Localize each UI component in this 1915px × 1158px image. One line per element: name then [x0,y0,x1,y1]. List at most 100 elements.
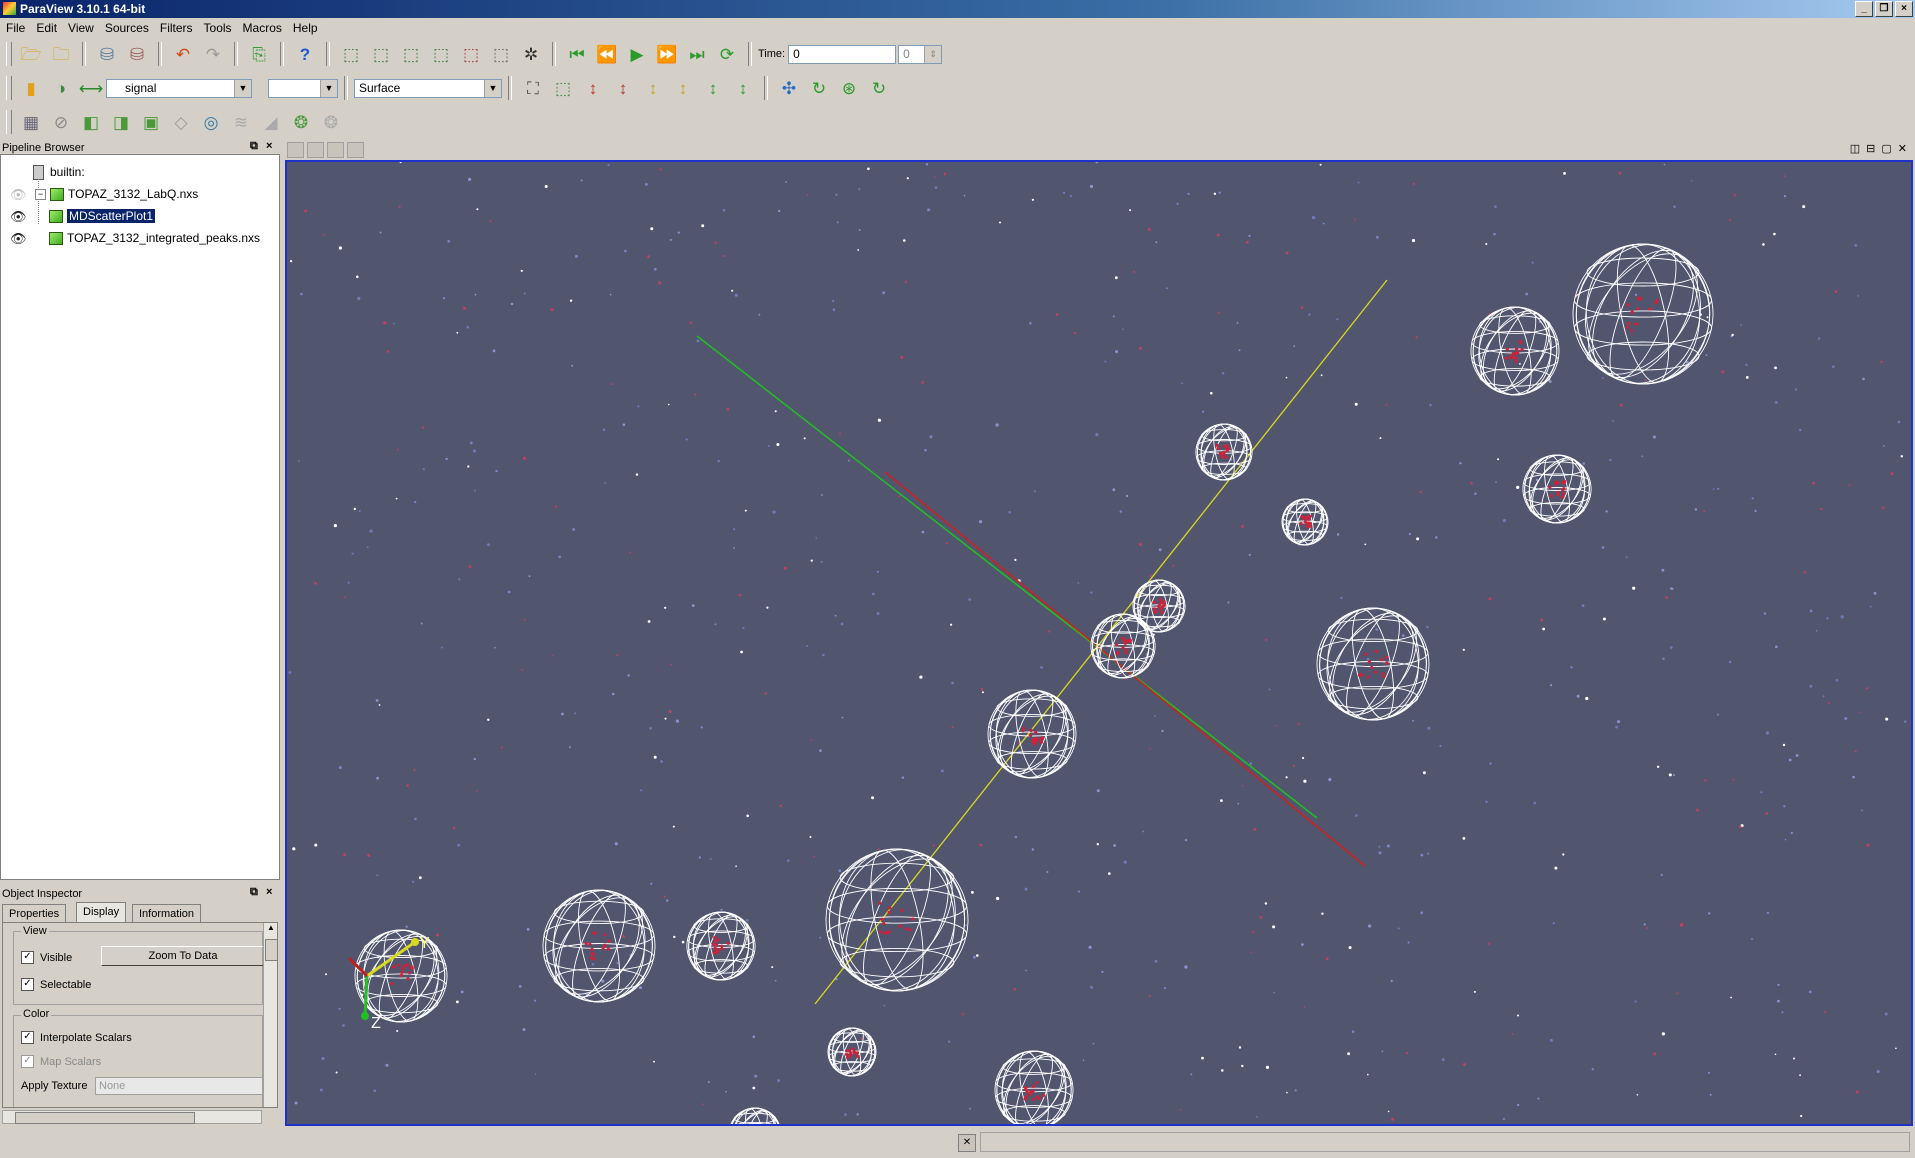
selectable-checkbox[interactable]: ✓ Selectable [21,978,91,991]
redo-icon[interactable]: ↷ [201,42,225,66]
play-icon[interactable]: ▶ [625,42,649,66]
maximize-icon[interactable]: ▢ [1881,142,1891,155]
menu-sources[interactable]: Sources [105,21,149,35]
next-frame-icon[interactable]: ⏩ [655,42,679,66]
map-scalars-checkbox[interactable]: ✓ Map Scalars [21,1055,101,1068]
camera-icon[interactable] [307,142,324,158]
prev-frame-icon[interactable]: ⏪ [595,42,619,66]
menu-edit[interactable]: Edit [36,21,57,35]
extract-level-icon[interactable]: ❂ [319,110,343,134]
close-view-icon[interactable]: ✕ [1898,142,1907,155]
group-icon[interactable]: ❂ [289,110,313,134]
float-icon[interactable]: ⧉ [250,886,258,899]
menu-help[interactable]: Help [293,21,318,35]
disconnect-icon[interactable]: ⛁ [125,42,149,66]
color-legend-icon[interactable]: ▮ [19,76,43,100]
slice-icon[interactable]: ◨ [109,110,133,134]
time-step-spinbox[interactable]: 0 ⇕ [898,44,943,64]
show-center-icon[interactable]: ↻ [867,76,891,100]
reset-camera-icon[interactable]: ⛶ [521,76,545,100]
restore-icon[interactable]: ❐ [1875,1,1893,17]
zoom-select-icon[interactable]: ⬚ [551,76,575,100]
glyph-icon[interactable]: ◎ [199,110,223,134]
screenshot-icon[interactable] [327,142,344,158]
menu-filters[interactable]: Filters [160,21,193,35]
view-plus-x-icon[interactable]: ↕ [611,76,635,100]
eye-icon[interactable]: 👁 [10,209,27,225]
view-minus-x-icon[interactable]: ↕ [581,76,605,100]
stream-tracer-icon[interactable]: ≋ [229,110,253,134]
rotate-icon[interactable]: ↻ [807,76,831,100]
zoom-to-data-button[interactable]: Zoom To Data [101,946,265,966]
tab-information[interactable]: Information [132,904,202,922]
inspector-scrollbar[interactable]: ▲ [263,923,277,1107]
center-axes-icon[interactable]: ✣ [777,76,801,100]
split-horizontal-icon[interactable]: ◫ [1850,142,1860,155]
view-minus-z-icon[interactable]: ↕ [701,76,725,100]
progress-abort-icon[interactable]: ✕ [958,1134,976,1152]
pipeline-item[interactable]: TOPAZ_3132_integrated_peaks.nxs [49,229,260,247]
select-frustum-icon[interactable]: ⬚ [399,42,423,66]
close-icon[interactable]: × [1895,1,1913,17]
rescale-icon[interactable]: ⟷ [79,76,103,100]
select-block-icon[interactable]: ⬚ [429,42,453,66]
close-icon[interactable]: × [266,140,272,152]
select-cells-icon[interactable]: ⬚ [339,42,363,66]
pick-icon[interactable]: ✲ [519,42,543,66]
toolbar-handle[interactable] [6,42,12,66]
split-vertical-icon[interactable]: ⊟ [1866,142,1875,155]
pipeline-root[interactable]: builtin: [33,163,85,181]
pipeline-item[interactable]: − TOPAZ_3132_LabQ.nxs [35,185,198,203]
texture-select[interactable]: None [95,1077,263,1095]
menu-macros[interactable]: Macros [243,21,282,35]
warp-icon[interactable]: ◢ [259,110,283,134]
pick-center-icon[interactable]: ⊛ [837,76,861,100]
menu-view[interactable]: View [68,21,94,35]
time-input[interactable]: 0 [788,44,897,64]
clear-selection-icon[interactable]: ⬚ [489,42,513,66]
clip-icon[interactable]: ◧ [79,110,103,134]
menu-file[interactable]: File [6,21,25,35]
camera-link-icon[interactable] [287,142,304,158]
lookup-table-icon[interactable] [347,142,364,158]
eye-icon[interactable]: 👁 [10,187,27,203]
close-icon[interactable]: × [266,886,272,898]
view-minus-y-icon[interactable]: ↕ [641,76,665,100]
interpolate-scalars-checkbox[interactable]: ✓ Interpolate Scalars [21,1031,132,1044]
connect-icon[interactable]: ⛁ [95,42,119,66]
loop-icon[interactable]: ⟳ [715,42,739,66]
color-array-select[interactable]: signal ▼ [106,78,252,98]
pipeline-item-selected[interactable]: MDScatterPlot1 [49,207,156,225]
menu-tools[interactable]: Tools [204,21,232,35]
help-icon[interactable]: ? [293,42,317,66]
view-plus-z-icon[interactable]: ↕ [731,76,755,100]
calculator-icon[interactable]: ▦ [19,110,43,134]
render-view[interactable]: Y Z [285,160,1913,1126]
component-select[interactable]: ▼ [268,78,338,98]
toolbar-handle[interactable] [6,110,12,134]
select-interactive-icon[interactable]: ⬚ [459,42,483,66]
camera-undo-icon[interactable]: ⎘ [247,42,271,66]
eye-icon[interactable]: 👁 [10,231,27,247]
visible-checkbox[interactable]: ✓ Visible [21,951,72,964]
toolbar-handle[interactable] [6,76,12,100]
extract-subset-icon[interactable]: ◇ [169,110,193,134]
threshold-icon[interactable]: ▣ [139,110,163,134]
view-plus-y-icon[interactable]: ↕ [671,76,695,100]
tab-properties[interactable]: Properties [2,904,67,922]
open-recent-icon[interactable]: 🗀 [49,42,73,66]
first-frame-icon[interactable]: ⏮ [565,42,589,66]
collapse-icon[interactable]: − [35,188,46,200]
contour-icon[interactable]: ⊘ [49,110,73,134]
tab-display[interactable]: Display [76,902,127,922]
3d-scene[interactable]: Y Z [287,162,1911,1124]
select-points-icon[interactable]: ⬚ [369,42,393,66]
inspector-hscrollbar[interactable] [2,1110,262,1124]
undo-icon[interactable]: ↶ [171,42,195,66]
representation-select[interactable]: Surface ▼ [354,78,502,98]
last-frame-icon[interactable]: ⏭ [685,42,709,66]
float-icon[interactable]: ⧉ [250,140,258,153]
edit-colormap-icon[interactable]: ◑ [49,76,73,100]
open-icon[interactable]: 🗁 [19,42,43,66]
minimize-icon[interactable]: _ [1855,1,1873,17]
